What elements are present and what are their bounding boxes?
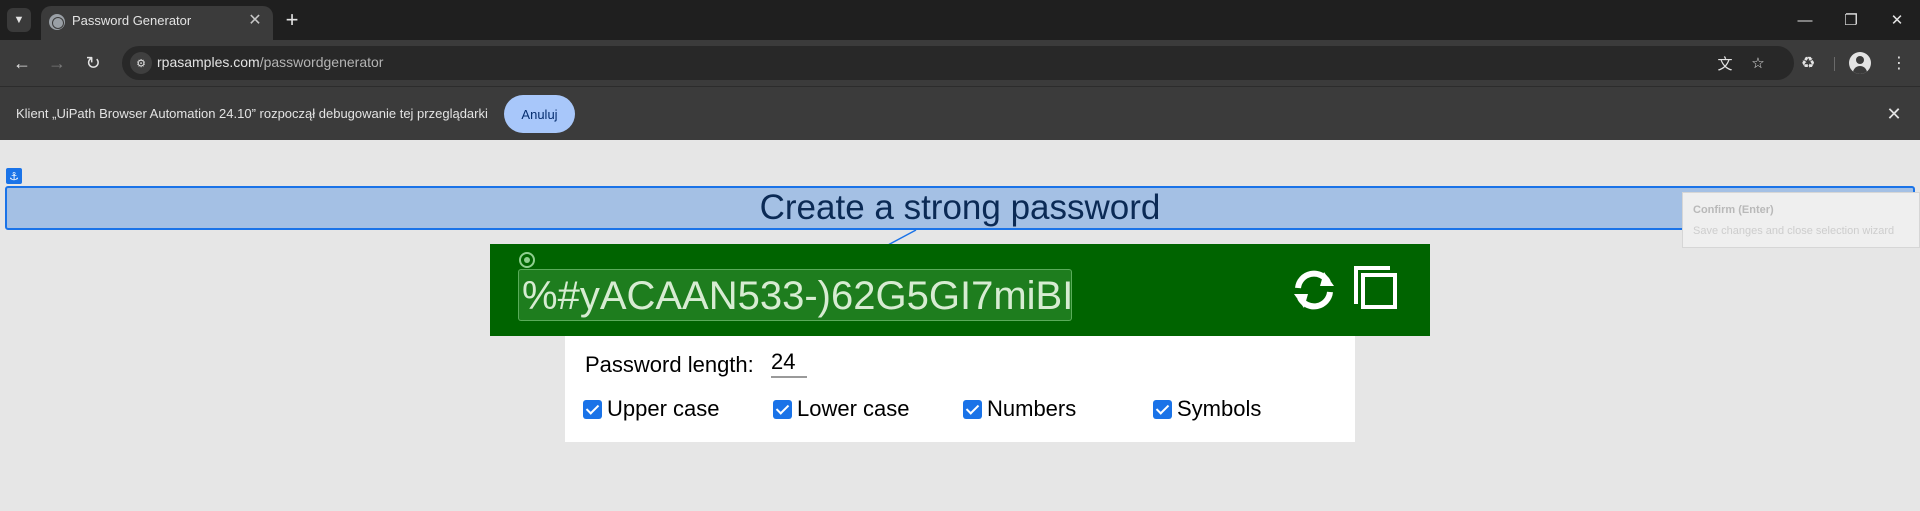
uppercase-checkbox[interactable] [583,399,602,419]
numbers-label: Numbers [987,396,1077,421]
copy-icon[interactable] [1354,266,1398,310]
profile-icon[interactable] [1849,52,1871,74]
uppercase-option[interactable]: Upper case [583,396,720,422]
tab-password-generator[interactable]: Password Generator ✕ [41,6,273,40]
browser-toolbar: ← → ↻ ⚙ rpasamples.com/passwordgenerator… [0,40,1920,86]
lowercase-option[interactable]: Lower case [773,396,910,422]
debugging-infobar: Klient „UiPath Browser Automation 24.10”… [0,86,1920,140]
translate-icon[interactable]: 文 [1715,53,1735,73]
generated-password[interactable]: %#yACAAN533-)62G5GI7miBI [522,270,1073,322]
tab-strip: ▼ Password Generator ✕ + — ❐ ✕ [0,0,1920,40]
globe-icon [49,14,65,30]
reload-icon[interactable]: ↻ [80,50,106,76]
options-panel: Password length: Upper case Lower case N… [565,336,1355,442]
symbols-label: Symbols [1177,396,1262,421]
window-close-icon[interactable]: ✕ [1882,6,1912,34]
lowercase-label: Lower case [797,396,910,421]
minimize-icon[interactable]: — [1790,6,1820,34]
star-icon[interactable]: ☆ [1748,53,1768,73]
page-content: ⚓ Create a strong password Confirm (Ente… [0,140,1920,511]
cancel-button[interactable]: Anuluj [504,95,575,133]
restore-icon[interactable]: ❐ [1836,6,1866,34]
refresh-icon[interactable] [1290,266,1338,314]
menu-icon[interactable]: ⋮ [1886,50,1912,76]
uppercase-label: Upper case [607,396,720,421]
forward-icon[interactable]: → [44,50,70,76]
password-generator-panel: %#yACAAN533-)62G5GI7miBI [490,244,1430,336]
toolbar-divider [1834,57,1835,71]
back-icon[interactable]: ← [9,50,35,76]
tab-title: Password Generator [72,13,192,28]
target-icon [519,252,535,268]
site-info-icon[interactable]: ⚙ [130,52,152,74]
address-bar[interactable]: ⚙ rpasamples.com/passwordgenerator 文 ☆ [122,46,1794,80]
symbols-checkbox[interactable] [1153,399,1172,419]
numbers-option[interactable]: Numbers [963,396,1076,422]
infobar-message: Klient „UiPath Browser Automation 24.10”… [16,106,488,121]
password-length-input[interactable] [771,348,807,378]
password-length-label: Password length: [585,352,754,377]
url-text[interactable]: rpasamples.com/passwordgenerator [157,54,383,70]
plus-icon[interactable]: + [280,8,304,32]
numbers-checkbox[interactable] [963,399,982,419]
close-icon[interactable]: ✕ [1883,103,1905,125]
tab-search-icon[interactable]: ▼ [7,8,31,32]
symbols-option[interactable]: Symbols [1153,396,1261,422]
close-icon[interactable]: ✕ [245,10,265,30]
extensions-icon[interactable]: ♻ [1795,50,1821,76]
lowercase-checkbox[interactable] [773,399,792,419]
